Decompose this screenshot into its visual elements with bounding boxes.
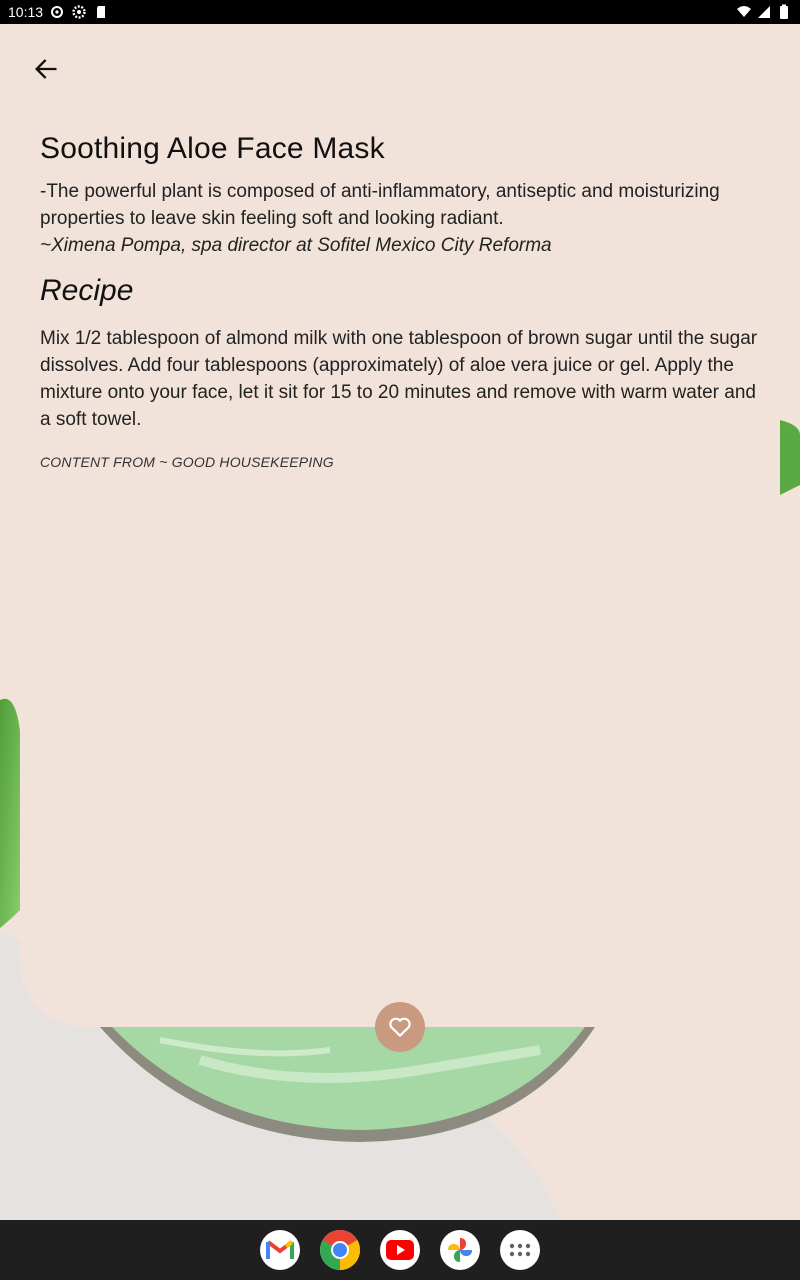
youtube-app-icon[interactable] — [380, 1230, 420, 1270]
heart-icon — [389, 1017, 411, 1037]
status-bar: 10:13 — [0, 0, 800, 24]
status-time: 10:13 — [8, 4, 44, 20]
battery-icon — [780, 4, 788, 19]
arrow-back-icon — [35, 59, 57, 79]
back-button[interactable] — [22, 45, 70, 93]
photos-app-icon[interactable] — [440, 1230, 480, 1270]
screen: 10:13 Soothing Aloe Face Mask -The power… — [0, 0, 800, 1280]
article-quote: -The powerful plant is composed of anti-… — [40, 178, 760, 259]
wifi-icon — [737, 6, 751, 17]
settings-icon — [72, 5, 86, 19]
youtube-icon — [386, 1240, 414, 1260]
content-credit: CONTENT FROM ~ GOOD HOUSEKEEPING — [40, 454, 334, 470]
favorite-button[interactable] — [375, 1002, 425, 1052]
chrome-icon — [320, 1230, 360, 1270]
gmail-icon — [266, 1240, 294, 1259]
gmail-app-icon[interactable] — [260, 1230, 300, 1270]
recipe-body: Mix 1/2 tablespoon of almond milk with o… — [40, 328, 758, 430]
app-grid-icon — [509, 1243, 531, 1257]
photos-pinwheel-icon — [448, 1238, 472, 1262]
app-drawer-button[interactable] — [500, 1230, 540, 1270]
quote-author: ~Ximena Pompa, spa director at Sofitel M… — [40, 235, 552, 256]
quote-text: -The powerful plant is composed of anti-… — [40, 181, 720, 229]
app-dock — [0, 1220, 800, 1280]
settings-icon — [51, 6, 64, 18]
chrome-app-icon[interactable] — [320, 1230, 360, 1270]
signal-icon — [758, 6, 770, 18]
recipe-heading: Recipe — [40, 274, 134, 307]
sd-card-icon — [97, 6, 106, 18]
article-title: Soothing Aloe Face Mask — [40, 132, 385, 165]
content-card — [20, 24, 780, 1027]
